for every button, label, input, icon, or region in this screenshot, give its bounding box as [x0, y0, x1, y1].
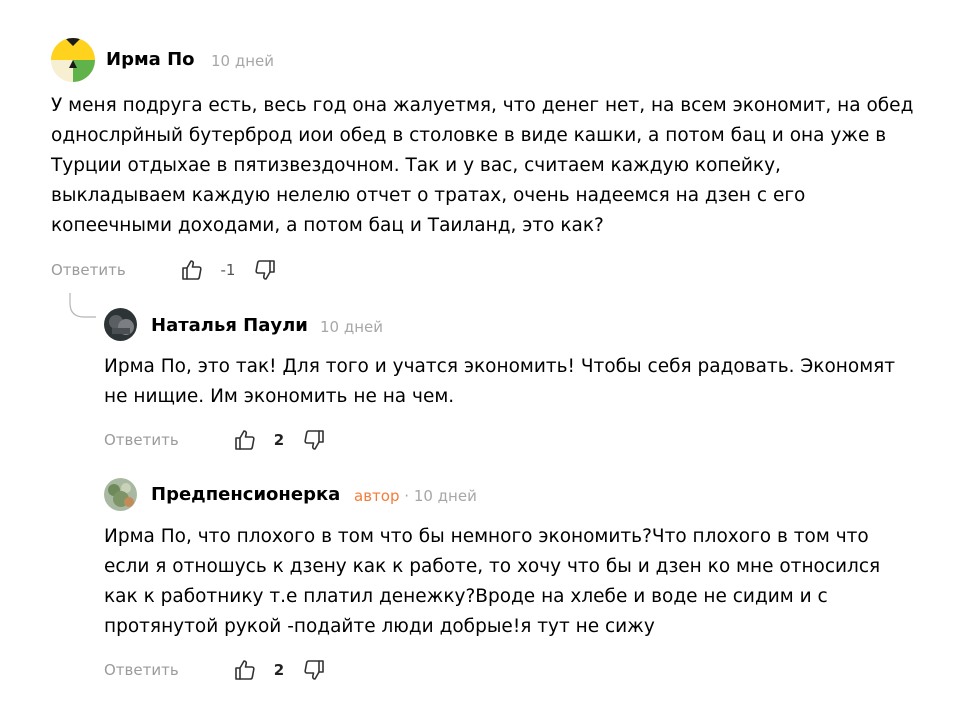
yandex-zen-logo-avatar-icon — [51, 38, 95, 82]
comment-actions: Ответить 2 — [104, 655, 364, 685]
comment-actions: Ответить -1 — [51, 255, 311, 285]
avatar[interactable] — [51, 38, 95, 82]
avatar[interactable] — [104, 478, 137, 511]
like-button[interactable] — [180, 258, 204, 282]
like-button[interactable] — [233, 428, 257, 452]
author-name[interactable]: Наталья Паули — [151, 314, 308, 338]
rating-score: 2 — [273, 661, 285, 679]
comment-time: 10 дней — [211, 52, 275, 70]
author-badge: автор — [354, 487, 400, 505]
meta-separator: · — [404, 487, 410, 505]
avatar[interactable] — [104, 308, 137, 341]
reply-button[interactable]: Ответить — [104, 425, 179, 455]
author-name[interactable]: Ирма По — [106, 48, 195, 72]
thumbs-up-icon — [235, 430, 255, 450]
comment-time: 10 дней — [413, 487, 477, 505]
rating-score: -1 — [220, 261, 236, 279]
thumbs-down-icon — [304, 430, 324, 450]
rating-score: 2 — [273, 431, 285, 449]
thread-connector — [69, 293, 96, 318]
like-button[interactable] — [233, 658, 257, 682]
author-name[interactable]: Предпенсионерка — [151, 483, 340, 507]
comment-text: Ирма По, это так! Для того и учатся экон… — [104, 356, 896, 407]
reply-button[interactable]: Ответить — [51, 255, 126, 285]
dislike-button[interactable] — [253, 258, 277, 282]
thumbs-up-icon — [235, 660, 255, 680]
comment-actions: Ответить 2 — [104, 425, 364, 455]
reply-button[interactable]: Ответить — [104, 655, 179, 685]
comment-text: У меня подруга есть, весь год она жалует… — [51, 95, 914, 236]
dislike-button[interactable] — [302, 428, 326, 452]
author-photo-avatar-icon — [104, 478, 137, 511]
comment-time: 10 дней — [320, 318, 384, 336]
dislike-button[interactable] — [302, 658, 326, 682]
thumbs-up-icon — [182, 260, 202, 280]
comment-meta: автор · 10 дней — [354, 484, 477, 508]
comment-text: Ирма По, что плохого в том что бы немног… — [104, 526, 881, 637]
user-photo-avatar-icon — [104, 308, 137, 341]
thumbs-down-icon — [255, 260, 275, 280]
thumbs-down-icon — [304, 660, 324, 680]
